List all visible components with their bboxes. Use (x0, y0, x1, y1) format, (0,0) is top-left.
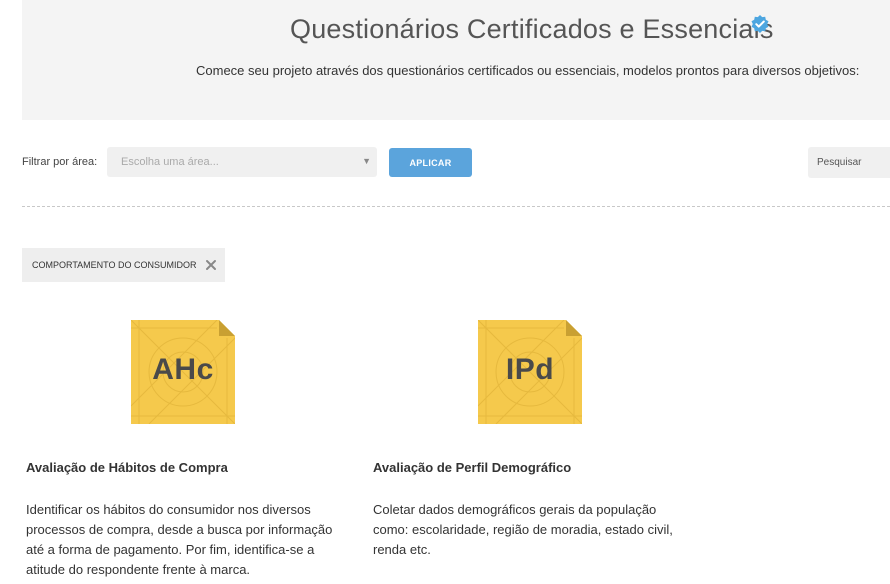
card-description: Identificar os hábitos do consumidor nos… (26, 502, 333, 577)
chevron-down-icon: ▼ (362, 156, 371, 166)
page-title: Questionários Certificados e Essenciais (290, 14, 774, 44)
apply-button[interactable]: APLICAR (389, 148, 472, 177)
area-select-value: Escolha uma área... (121, 156, 219, 168)
card-title[interactable]: Avaliação de Perfil Demográfico (373, 460, 571, 475)
section-divider (22, 206, 890, 207)
verified-badge-icon (750, 14, 770, 34)
filter-area-label: Filtrar por área: (22, 156, 98, 168)
close-icon[interactable] (202, 256, 220, 274)
card-description: Coletar dados demográficos gerais da pop… (373, 502, 673, 557)
card-abbreviation: IPd (505, 353, 555, 386)
active-filter-label: COMPORTAMENTO DO CONSUMIDOR (32, 260, 197, 270)
document-icon[interactable]: AHc (131, 320, 235, 424)
area-select[interactable]: Escolha uma área... ▼ (107, 147, 377, 177)
search-input[interactable] (808, 147, 890, 178)
document-icon[interactable]: IPd (478, 320, 582, 424)
card-abbreviation: AHc (152, 353, 214, 386)
active-filter-tag: COMPORTAMENTO DO CONSUMIDOR (22, 248, 225, 282)
card-title[interactable]: Avaliação de Hábitos de Compra (26, 460, 228, 475)
page-subtitle: Comece seu projeto através dos questioná… (196, 63, 860, 78)
